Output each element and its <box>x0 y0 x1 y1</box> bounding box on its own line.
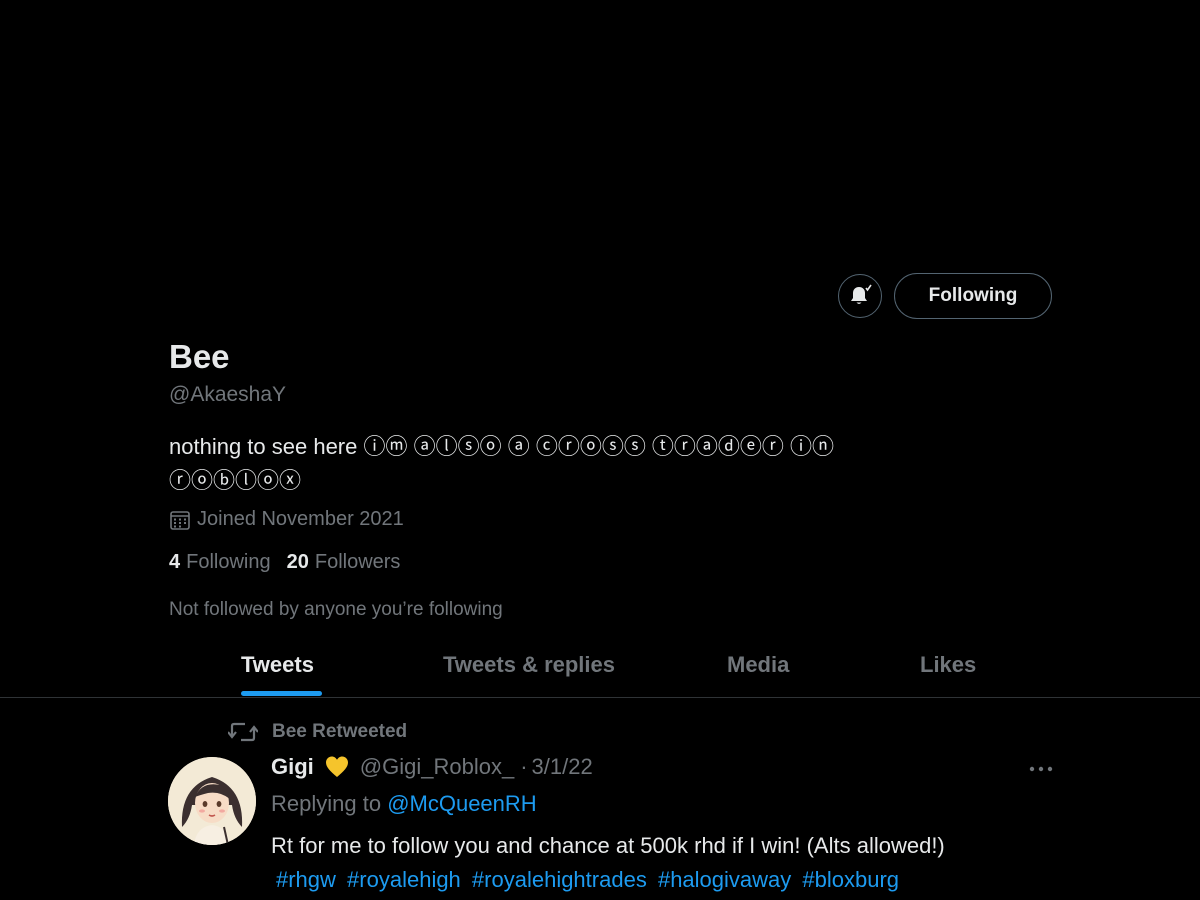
joined-text: Joined November 2021 <box>197 508 404 530</box>
profile-actions: Following <box>838 273 1052 319</box>
retweeted-by-text: Bee Retweeted <box>272 721 408 742</box>
replying-to: Replying to @McQueenRH <box>271 791 537 817</box>
bell-check-icon <box>851 284 872 304</box>
hashtag-link[interactable]: #royalehightrades <box>472 867 647 892</box>
retweet-icon <box>228 722 258 742</box>
tweet-hashtags: #rhgw #royalehigh #royalehightrades #hal… <box>276 867 904 893</box>
calendar-icon <box>170 510 190 530</box>
separator-dot: · <box>520 754 528 779</box>
following-button[interactable]: Following <box>894 273 1052 319</box>
tweet-author-handle[interactable]: @Gigi_Roblox_ <box>360 754 514 780</box>
more-horizontal-icon <box>1029 766 1053 772</box>
active-tab-indicator <box>241 691 322 696</box>
joined-date: Joined November 2021 <box>169 508 404 531</box>
follow-stats: 4 Following 20 Followers <box>169 551 416 574</box>
notifications-button[interactable] <box>838 274 882 318</box>
tab-media[interactable]: Media <box>727 652 789 678</box>
avatar[interactable] <box>168 757 256 845</box>
tweet-author-name[interactable]: Gigi <box>271 754 314 780</box>
tweet-header: Gigi @Gigi_Roblox_ · 3/1/22 <box>271 754 593 780</box>
hashtag-link[interactable]: #halogivaway <box>658 867 791 892</box>
tweet-date[interactable]: 3/1/22 <box>532 754 593 780</box>
profile-handle: @AkaeshaY <box>169 383 287 406</box>
replying-prefix: Replying to <box>271 791 388 816</box>
avatar-illustration-icon <box>168 757 256 845</box>
bio-line: ⓡⓞⓑⓛⓞⓧ <box>169 468 302 493</box>
reply-mention-link[interactable]: @McQueenRH <box>387 791 537 816</box>
profile-page: Following Bee @AkaeshaY nothing to see h… <box>0 0 1200 900</box>
hashtag-link[interactable]: #royalehigh <box>347 867 461 892</box>
profile-tabs: Tweets Tweets & replies Media Likes <box>0 636 1200 698</box>
following-link[interactable]: 4 Following <box>169 551 271 574</box>
not-followed-notice: Not followed by anyone you’re following <box>169 599 503 620</box>
yellow-heart-icon <box>324 755 350 779</box>
tab-tweets[interactable]: Tweets <box>241 652 314 678</box>
following-label: Following <box>186 551 271 573</box>
profile-bio: nothing to see here ⓘⓜ ⓐⓛⓢⓞ ⓐ ⓒⓡⓞⓢⓢ ⓣⓡⓐⓓ… <box>169 430 929 498</box>
tweet-text: Rt for me to follow you and chance at 50… <box>271 833 945 858</box>
followers-label: Followers <box>314 551 401 573</box>
bio-line: nothing to see here ⓘⓜ ⓐⓛⓢⓞ ⓐ ⓒⓡⓞⓢⓢ ⓣⓡⓐⓓ… <box>169 434 835 459</box>
more-options-button[interactable] <box>1029 762 1053 781</box>
tab-likes[interactable]: Likes <box>920 652 976 678</box>
retweet-context[interactable]: Bee Retweeted <box>228 720 407 744</box>
followers-link[interactable]: 20 Followers <box>287 551 401 574</box>
hashtag-link[interactable]: #rhgw <box>276 867 336 892</box>
tab-tweets-replies[interactable]: Tweets & replies <box>443 652 615 678</box>
following-count: 4 <box>169 551 181 573</box>
followers-count: 20 <box>286 551 309 573</box>
hashtag-link[interactable]: #bloxburg <box>802 867 899 892</box>
profile-name: Bee <box>169 338 230 375</box>
